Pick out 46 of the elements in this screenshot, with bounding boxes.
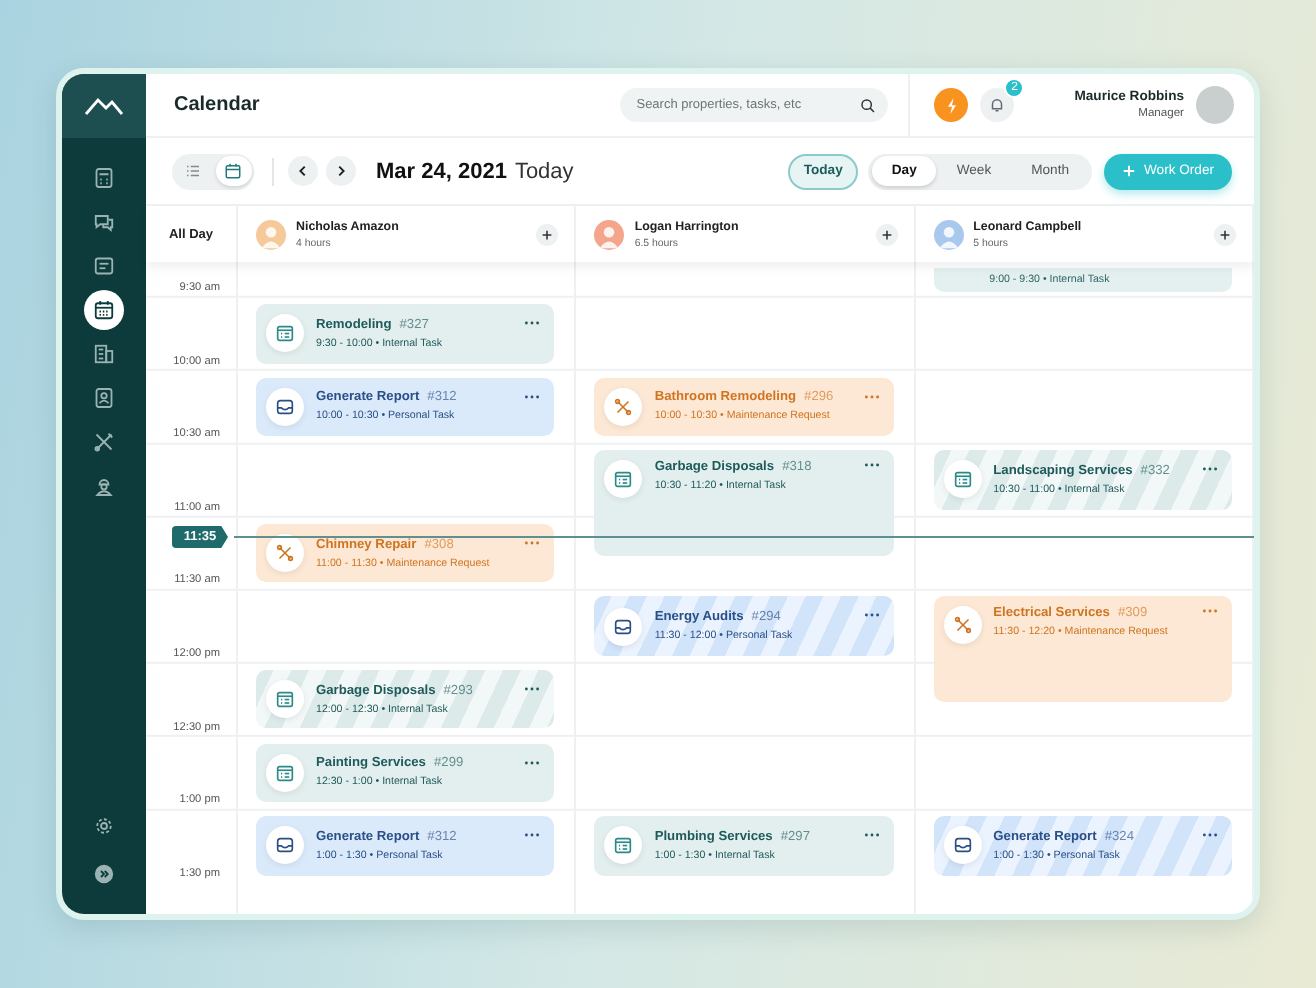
previous-button[interactable] bbox=[288, 156, 318, 186]
search-icon bbox=[860, 97, 877, 113]
avatar-circle bbox=[1196, 86, 1234, 124]
date-note: Today bbox=[514, 159, 574, 183]
current-date: Mar 24, 2021 bbox=[376, 159, 507, 183]
event-type-icon bbox=[266, 534, 304, 573]
plus-icon bbox=[879, 227, 894, 241]
event-type-icon bbox=[604, 607, 643, 646]
more-icon[interactable] bbox=[524, 393, 541, 400]
plus-icon bbox=[540, 227, 555, 241]
calendar-icon bbox=[224, 162, 242, 180]
next-button[interactable] bbox=[326, 156, 356, 186]
more-icon[interactable] bbox=[524, 832, 541, 839]
more-icon[interactable] bbox=[524, 759, 541, 766]
add-button[interactable] bbox=[1213, 223, 1236, 245]
more-icon[interactable] bbox=[863, 832, 880, 839]
event-type-icon bbox=[604, 387, 643, 426]
more-icon[interactable] bbox=[863, 612, 880, 619]
bell-icon bbox=[988, 96, 1007, 114]
page-title: Calendar bbox=[174, 94, 260, 116]
event-type-icon bbox=[266, 387, 304, 426]
bell-button[interactable] bbox=[980, 88, 1015, 122]
event-type-icon bbox=[266, 314, 304, 353]
mountain-logo-icon bbox=[84, 96, 124, 116]
calendar-icon[interactable] bbox=[84, 290, 124, 330]
add-button[interactable] bbox=[536, 223, 559, 245]
event-type-icon bbox=[266, 826, 304, 865]
more-icon[interactable] bbox=[863, 462, 880, 469]
more-icon[interactable] bbox=[1201, 466, 1218, 473]
calendar-view-button[interactable] bbox=[215, 156, 251, 186]
event-type-icon bbox=[266, 680, 304, 719]
event-type-icon bbox=[943, 826, 982, 865]
more-icon[interactable] bbox=[1201, 832, 1218, 839]
more-icon[interactable] bbox=[524, 685, 541, 692]
event-type-icon bbox=[604, 826, 643, 865]
event-type-icon bbox=[943, 460, 982, 499]
event-type-icon bbox=[943, 606, 982, 645]
chevron-left-icon bbox=[296, 164, 310, 178]
plus-icon bbox=[1122, 164, 1136, 178]
plus-icon bbox=[1217, 227, 1232, 241]
event-type-icon bbox=[266, 753, 304, 792]
event-type-icon bbox=[604, 460, 643, 499]
lightning-icon bbox=[943, 95, 960, 115]
more-icon[interactable] bbox=[524, 320, 541, 326]
chevron-right-icon bbox=[334, 164, 348, 178]
add-button[interactable] bbox=[875, 223, 898, 245]
